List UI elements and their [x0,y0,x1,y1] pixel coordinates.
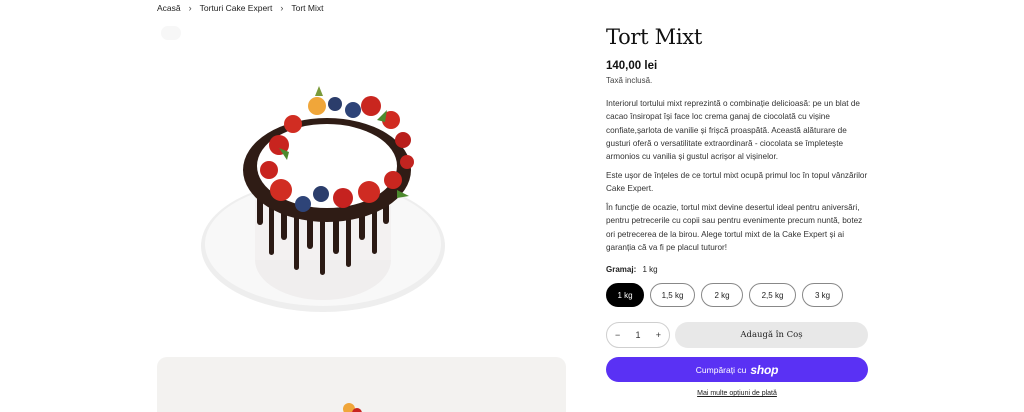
more-payment-options-link[interactable]: Mai multe opțiuni de plată [606,390,868,397]
quantity-stepper: − 1 + [606,322,670,348]
variant-label-name: Gramaj: [606,265,637,274]
chevron-right-icon: › [188,3,192,13]
variant-option-1-5kg[interactable]: 1,5 kg [650,283,695,307]
cake-image [201,86,445,312]
variant-option-1kg[interactable]: 1 kg [606,283,644,307]
description-paragraph: Interiorul tortului mixt reprezintă o co… [606,99,860,162]
product-title: Tort Mixt [606,25,702,49]
breadcrumb-category-link[interactable]: Torturi Cake Expert [200,3,273,13]
variant-option-3kg[interactable]: 3 kg [802,283,843,307]
shop-logo-icon: shop [750,362,779,377]
shop-pay-button[interactable]: Cumpărați cu shop [606,357,868,382]
variant-label: Gramaj: 1 kg [606,265,658,274]
breadcrumb-home-link[interactable]: Acasă [157,3,181,13]
add-to-cart-button[interactable]: Adaugă în Coș [675,322,868,348]
quantity-value[interactable]: 1 [635,330,640,340]
description-paragraph: Este ușor de înțeles de ce tortul mixt o… [606,170,868,194]
cake-thumbnail-image [343,403,362,412]
minus-icon[interactable]: − [615,330,620,340]
description-paragraph: În funcție de ocazie, tortul mixt devine… [606,203,863,252]
product-main-image[interactable] [157,20,566,350]
product-secondary-image[interactable] [157,357,566,412]
product-gallery [157,20,566,412]
shop-pay-label: Cumpărați cu [695,364,747,375]
variant-option-2kg[interactable]: 2 kg [701,283,743,307]
breadcrumb-current: Tort Mixt [291,3,324,13]
zoom-icon[interactable] [161,26,181,40]
variant-selected-value: 1 kg [642,265,658,274]
product-description: Interiorul tortului mixt reprezintă o co… [606,97,871,260]
plus-icon[interactable]: + [656,330,661,340]
tax-note: Taxă inclusă. [606,76,653,85]
variant-option-2-5kg[interactable]: 2,5 kg [749,283,796,307]
breadcrumb: Acasă › Torturi Cake Expert › Tort Mixt [157,3,324,13]
chevron-right-icon: › [280,3,284,13]
product-price: 140,00 lei [606,60,658,72]
variant-options: 1 kg 1,5 kg 2 kg 2,5 kg 3 kg [606,283,843,307]
